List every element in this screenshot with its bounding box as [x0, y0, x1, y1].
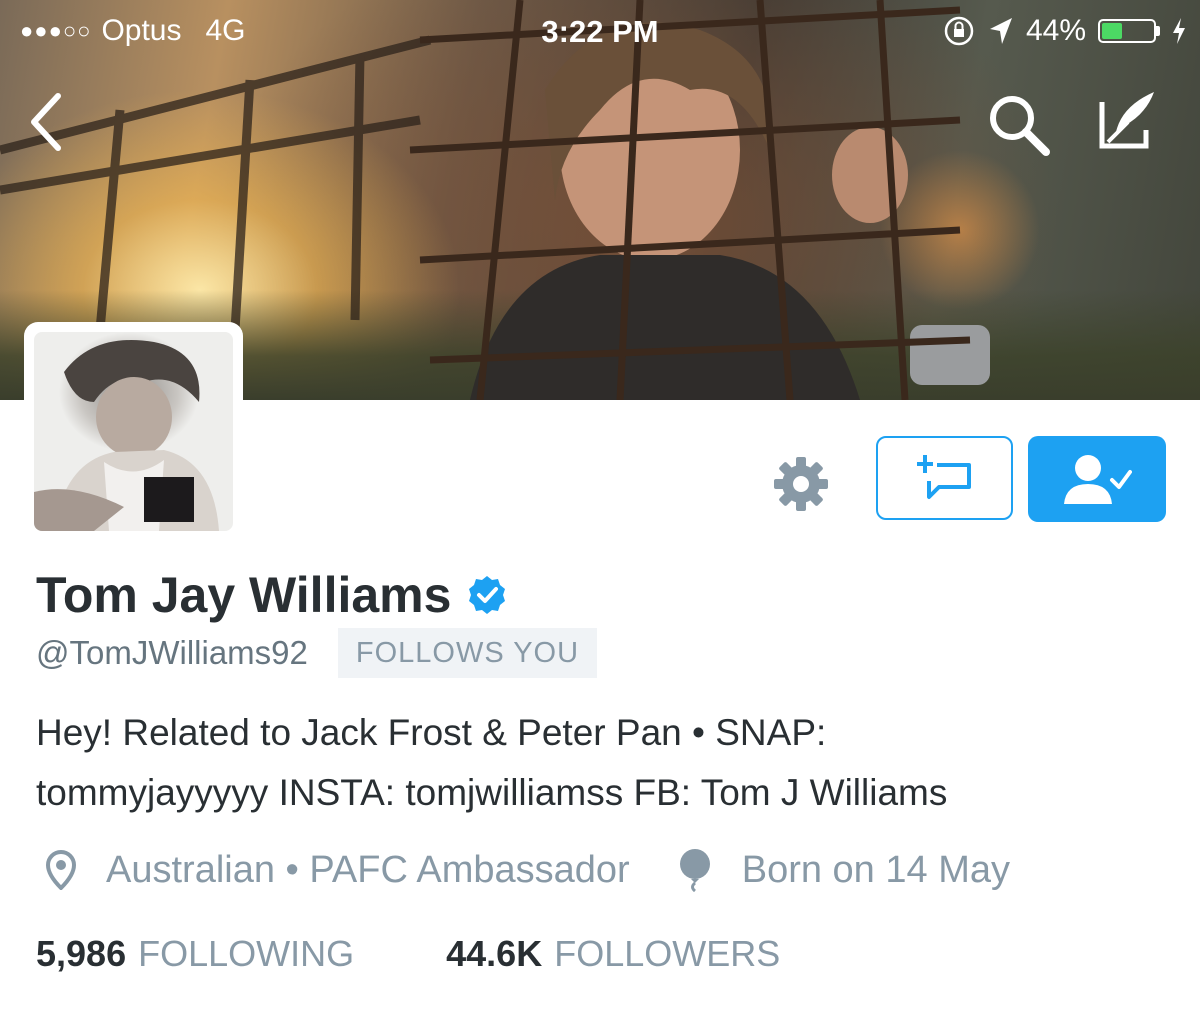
- status-right: 44%: [942, 14, 1186, 48]
- back-button[interactable]: [26, 92, 66, 152]
- profile-handle: @TomJWilliams92: [36, 634, 308, 671]
- location-arrow-icon: [989, 18, 1012, 44]
- settings-button[interactable]: [772, 455, 830, 513]
- profile-stats: 5,986 FOLLOWING 44.6K FOLLOWERS: [36, 933, 780, 975]
- direct-message-button[interactable]: [876, 436, 1013, 520]
- compose-tweet-icon: [1099, 92, 1154, 149]
- profile-meta-row: Australian • PAFC Ambassador Born on 14 …: [46, 848, 1010, 892]
- new-direct-message-icon: [916, 455, 971, 499]
- following-label: FOLLOWING: [138, 933, 355, 974]
- follows-you-badge: FOLLOWS YOU: [337, 628, 598, 678]
- search-button[interactable]: [986, 92, 1052, 158]
- battery-level: [1102, 23, 1122, 39]
- search-icon: [990, 96, 1050, 156]
- compose-tweet-button[interactable]: [1094, 88, 1160, 154]
- bio-line: tommyjayyyyy INSTA: tomjwilliamss FB: To…: [36, 772, 948, 813]
- verified-badge-icon: [469, 576, 506, 614]
- status-bar: ●●●○○ Optus 4G 3:22 PM 44%: [0, 0, 1200, 64]
- profile-name-row: Tom Jay Williams: [36, 566, 507, 624]
- profile-bio: Hey! Related to Jack Frost & Peter Pan •…: [36, 703, 1176, 823]
- user-following-check-icon: [1064, 455, 1132, 504]
- following-stat[interactable]: 5,986 FOLLOWING: [36, 933, 354, 975]
- followers-stat[interactable]: 44.6K FOLLOWERS: [446, 933, 780, 975]
- profile-birthday: Born on 14 May: [741, 848, 1010, 891]
- profile-name: Tom Jay Williams: [36, 567, 452, 623]
- birthday-balloon-icon: [679, 849, 710, 892]
- gear-icon: [774, 457, 828, 511]
- followers-label: FOLLOWERS: [554, 933, 781, 974]
- handle-row: @TomJWilliams92 FOLLOWS YOU: [36, 628, 598, 678]
- chevron-left-icon: [31, 93, 61, 151]
- battery-percent: 44%: [1025, 14, 1086, 47]
- battery-icon: [1098, 19, 1160, 43]
- following-button[interactable]: [1028, 436, 1166, 522]
- charging-bolt-icon: [1173, 18, 1185, 44]
- location-pin-icon: [46, 850, 76, 890]
- avatar[interactable]: [34, 332, 233, 531]
- followers-count: 44.6K: [446, 933, 543, 974]
- avatar-photo: [34, 340, 219, 531]
- orientation-lock-icon: [944, 16, 974, 46]
- following-count: 5,986: [36, 933, 127, 974]
- bio-line: Hey! Related to Jack Frost & Peter Pan •…: [36, 712, 827, 753]
- avatar-frame: [24, 322, 243, 541]
- profile-location: Australian • PAFC Ambassador: [106, 848, 630, 891]
